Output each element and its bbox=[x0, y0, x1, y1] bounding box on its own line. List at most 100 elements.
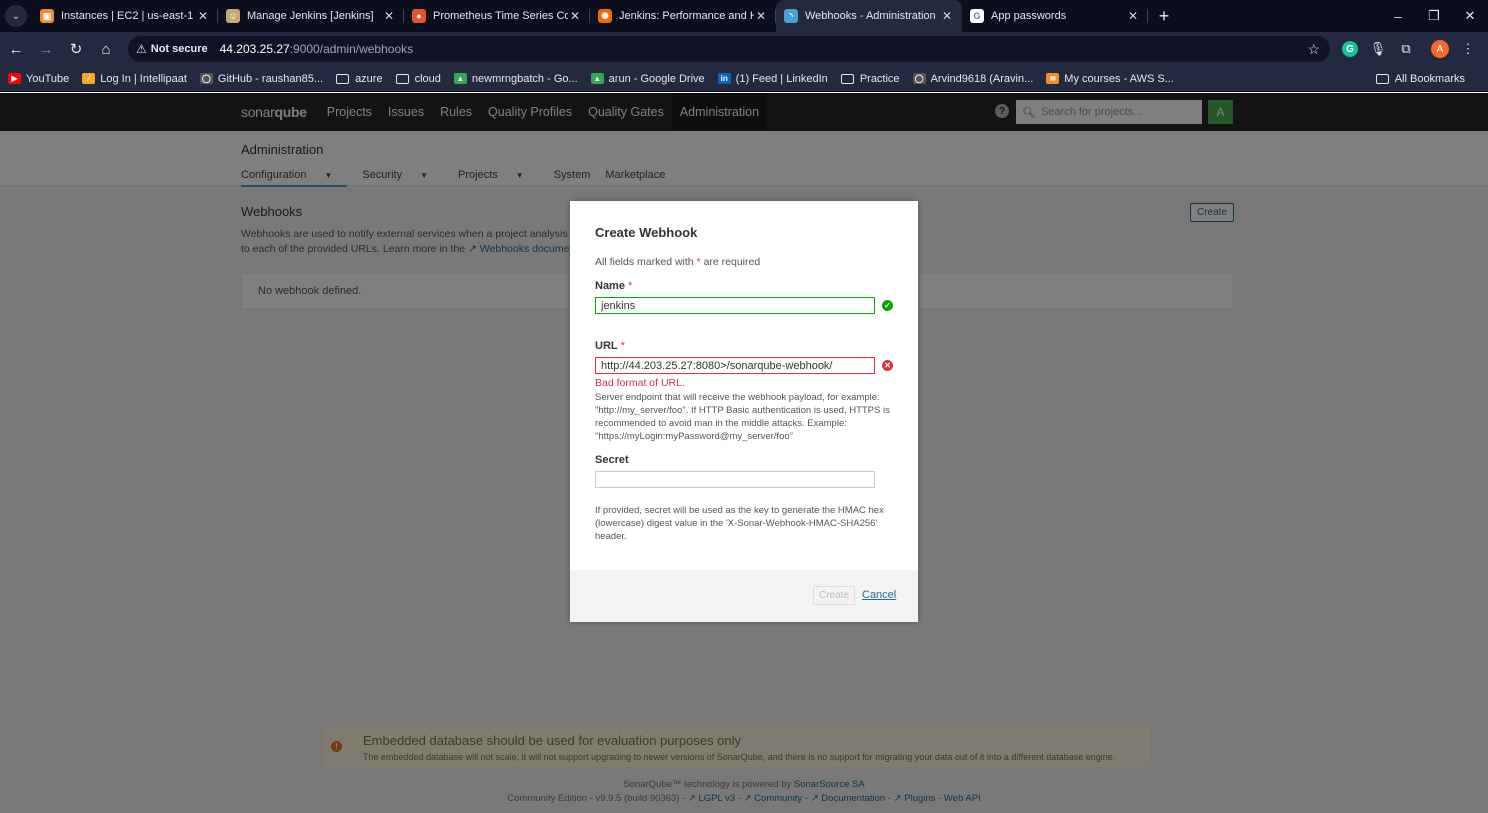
bookmark-label: Arvind9618 (Aravin... bbox=[930, 72, 1034, 85]
browser-tab[interactable]: ● Prometheus Time Series Collect✕ bbox=[404, 0, 590, 32]
name-required-star: * bbox=[627, 280, 633, 292]
modal-footer: Create Cancel bbox=[570, 570, 918, 622]
required-suffix: are required bbox=[703, 256, 761, 268]
browser-tab[interactable]: ✺ Jenkins: Performance and Healt✕ bbox=[590, 0, 776, 32]
forward-button[interactable]: → bbox=[32, 35, 60, 63]
google-drive-icon: ▲ bbox=[453, 73, 467, 84]
close-tab-icon[interactable]: ✕ bbox=[382, 9, 396, 23]
modal-create-button[interactable]: Create bbox=[813, 586, 855, 605]
address-bar[interactable]: ⚠ Not secure 44.203.25.27 :9000/admin/we… bbox=[128, 36, 1330, 62]
bookmark-item[interactable]: ≋ My courses - AWS S... bbox=[1046, 73, 1174, 85]
secret-input[interactable] bbox=[595, 471, 875, 488]
bookmark-label: GitHub - raushan85... bbox=[217, 72, 324, 85]
bookmark-item[interactable]: Practice bbox=[840, 72, 900, 85]
bookmark-item[interactable]: ▶ YouTube bbox=[8, 73, 69, 85]
browser-tab[interactable]: ◝ Webhooks - Administration ✕ bbox=[776, 0, 962, 32]
bookmark-label: (1) Feed | LinkedIn bbox=[735, 72, 828, 85]
new-tab-button[interactable]: + bbox=[1152, 4, 1176, 28]
bookmark-item[interactable]: ◯ GitHub - raushan85... bbox=[199, 72, 324, 85]
folder-icon bbox=[840, 73, 854, 84]
bookmark-item[interactable]: ▲ arun - Google Drive bbox=[590, 73, 705, 85]
browser-tab[interactable]: G App passwords ✕ bbox=[962, 0, 1148, 32]
close-window-button[interactable]: ✕ bbox=[1452, 0, 1488, 32]
github-icon: ◯ bbox=[199, 73, 213, 84]
profile-avatar: A bbox=[1431, 40, 1449, 58]
url-error-message: Bad format of URL. bbox=[595, 377, 685, 389]
bookmark-item[interactable]: in (1) Feed | LinkedIn bbox=[717, 72, 828, 85]
browser-menu-icon[interactable]: ⋮ bbox=[1454, 35, 1482, 63]
tab-title: Webhooks - Administration bbox=[805, 10, 936, 22]
browser-tab[interactable]: ☺ Manage Jenkins [Jenkins] ✕ bbox=[218, 0, 404, 32]
url-input[interactable] bbox=[595, 357, 875, 374]
reload-button[interactable]: ↻ bbox=[62, 35, 90, 63]
valid-check-icon: ✓ bbox=[882, 300, 893, 311]
error-x-icon: ✕ bbox=[882, 360, 893, 371]
bookmark-star-icon[interactable]: ☆ bbox=[1307, 41, 1320, 58]
all-bookmarks-label: All Bookmarks bbox=[1394, 73, 1465, 85]
warning-triangle-icon: ⚠ bbox=[136, 42, 147, 56]
browser-toolbar: ← → ↻ ⌂ ⚠ Not secure 44.203.25.27 :9000/… bbox=[0, 32, 1488, 66]
bookmark-label: YouTube bbox=[26, 72, 70, 85]
bookmark-item[interactable]: ⁄ Log In | Intellipaat bbox=[82, 73, 187, 85]
grammarly-extension-icon[interactable]: G bbox=[1336, 35, 1364, 63]
url-required-star: * bbox=[620, 340, 625, 352]
close-tab-icon[interactable]: ✕ bbox=[196, 9, 210, 23]
bookmark-item[interactable]: azure bbox=[336, 73, 383, 85]
window-controls: – ❐ ✕ bbox=[1380, 0, 1488, 32]
restore-button[interactable]: ❐ bbox=[1416, 0, 1452, 32]
jenkins-icon: ☺ bbox=[226, 9, 240, 23]
close-icon: ✕ bbox=[1464, 8, 1476, 23]
profile-button[interactable]: A bbox=[1426, 35, 1454, 63]
folder-icon bbox=[395, 73, 409, 84]
restore-icon: ❐ bbox=[1428, 8, 1440, 23]
name-input[interactable] bbox=[595, 297, 875, 314]
linkedin-icon: in bbox=[717, 73, 731, 84]
bookmark-label: Log In | Intellipaat bbox=[100, 72, 187, 85]
intellipaat-icon: ⁄ bbox=[82, 73, 96, 84]
bookmark-label: cloud bbox=[414, 72, 441, 85]
create-webhook-modal: Create Webhook All fields marked with * … bbox=[570, 201, 918, 622]
required-star: * bbox=[696, 256, 701, 268]
microphone-icon[interactable]: 🎙 bbox=[1364, 35, 1392, 63]
browser-tab-strip: ⌄ ▣ Instances | EC2 | us-east-1 ✕ ☺ Manage J… bbox=[0, 0, 1488, 32]
bookmark-label: Practice bbox=[859, 72, 900, 85]
bookmark-item[interactable]: ◯ Arvind9618 (Aravin... bbox=[912, 72, 1034, 85]
tab-title: Instances | EC2 | us-east-1 bbox=[61, 10, 194, 22]
grafana-icon: ✺ bbox=[598, 9, 612, 23]
not-secure-label[interactable]: Not secure bbox=[151, 43, 208, 55]
name-label: Name * bbox=[595, 280, 632, 292]
modal-title: Create Webhook bbox=[595, 225, 698, 240]
bookmarks-list: ▶ YouTube ⁄ Log In | Intellipaat ◯ GitHub - r… bbox=[8, 73, 1187, 85]
tab-search-button[interactable]: ⌄ bbox=[5, 5, 27, 27]
aws-skillbuilder-icon: ≋ bbox=[1046, 73, 1060, 84]
all-bookmarks-button[interactable]: All Bookmarks bbox=[1375, 73, 1465, 85]
back-button[interactable]: ← bbox=[2, 35, 30, 63]
extensions-puzzle-icon[interactable]: ⧉ bbox=[1392, 35, 1420, 63]
url-help-text: Server endpoint that will receive the we… bbox=[595, 392, 890, 442]
url-path: :9000/admin/webhooks bbox=[289, 42, 414, 56]
required-fields-note: All fields marked with * are required bbox=[595, 256, 760, 268]
bookmark-item[interactable]: cloud bbox=[395, 72, 441, 85]
aws-icon: ▣ bbox=[40, 9, 54, 23]
plus-icon: + bbox=[1158, 5, 1170, 26]
bookmark-item[interactable]: ▲ newmrngbatch - Go... bbox=[453, 73, 578, 85]
bookmark-label: azure bbox=[355, 72, 383, 85]
home-button[interactable]: ⌂ bbox=[92, 35, 120, 63]
secret-help-text: If provided, secret will be used as the … bbox=[595, 505, 884, 542]
modal-cancel-button[interactable]: Cancel bbox=[862, 589, 896, 601]
folder-icon bbox=[1375, 74, 1389, 84]
minimize-button[interactable]: – bbox=[1380, 0, 1416, 32]
url-host: 44.203.25.27 bbox=[219, 42, 290, 56]
close-tab-icon[interactable]: ✕ bbox=[1126, 9, 1140, 23]
tab-separator bbox=[1147, 9, 1148, 23]
close-tab-icon[interactable]: ✕ bbox=[568, 9, 582, 23]
close-tab-icon[interactable]: ✕ bbox=[940, 9, 954, 23]
browser-tab[interactable]: ▣ Instances | EC2 | us-east-1 ✕ bbox=[32, 0, 218, 32]
sonarqube-icon: ◝ bbox=[784, 9, 798, 23]
tab-title: Prometheus Time Series Collect bbox=[433, 10, 568, 22]
youtube-icon: ▶ bbox=[8, 73, 21, 84]
reload-icon: ↻ bbox=[69, 41, 83, 58]
close-tab-icon[interactable]: ✕ bbox=[754, 9, 768, 23]
tab-title: Jenkins: Performance and Healt bbox=[619, 10, 754, 22]
folder-icon bbox=[336, 73, 350, 84]
